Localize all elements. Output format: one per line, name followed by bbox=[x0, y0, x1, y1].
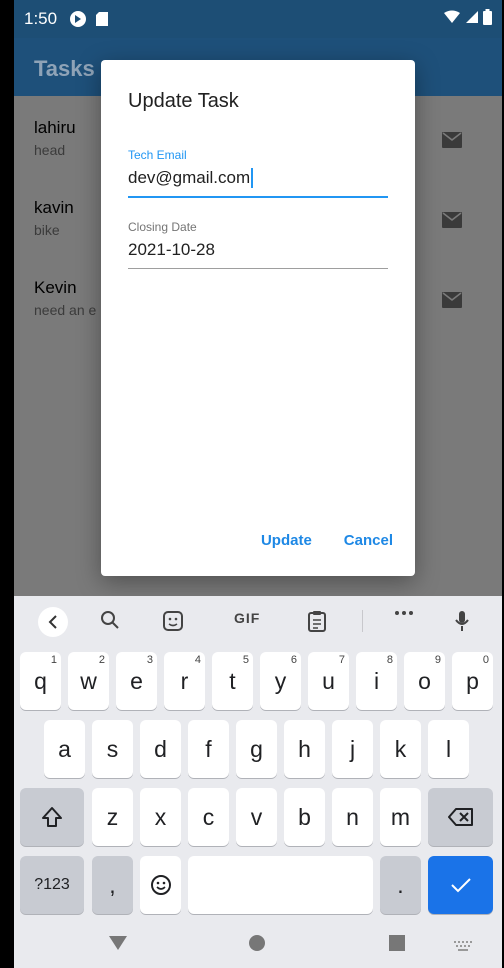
dialog-title: Update Task bbox=[128, 90, 239, 112]
key-y[interactable]: 6y bbox=[260, 652, 301, 710]
update-task-dialog: Update Task Tech Email dev@gmail.com Clo… bbox=[101, 60, 415, 576]
key-s[interactable]: s bbox=[92, 720, 133, 778]
shift-key[interactable] bbox=[20, 788, 84, 846]
symbols-key[interactable]: ?123 bbox=[20, 856, 84, 914]
search-icon[interactable] bbox=[100, 610, 120, 630]
navigation-bar bbox=[14, 920, 502, 968]
key-u[interactable]: 7u bbox=[308, 652, 349, 710]
task-subtitle: bike bbox=[34, 222, 60, 238]
key-k[interactable]: k bbox=[380, 720, 421, 778]
key-z[interactable]: z bbox=[92, 788, 133, 846]
keyboard-switch-icon[interactable] bbox=[454, 938, 474, 956]
backspace-key[interactable] bbox=[428, 788, 493, 846]
clipboard-icon[interactable] bbox=[308, 610, 326, 632]
task-subtitle: head bbox=[34, 142, 66, 158]
key-d[interactable]: d bbox=[140, 720, 181, 778]
task-title: lahiru bbox=[34, 118, 76, 137]
home-circle-icon[interactable] bbox=[248, 934, 266, 957]
key-w[interactable]: 2w bbox=[68, 652, 109, 710]
soft-keyboard: GIF 1q 2w 3e 4r 5t 6y 7u 8i 9o 0p a s d … bbox=[14, 596, 502, 968]
closing-date-value: 2021-10-28 bbox=[128, 240, 215, 259]
task-title: Kevin bbox=[34, 278, 77, 297]
period-key[interactable]: . bbox=[380, 856, 421, 914]
cancel-button[interactable]: Cancel bbox=[344, 532, 393, 549]
comma-key[interactable]: , bbox=[92, 856, 133, 914]
status-time: 1:50 bbox=[24, 9, 58, 28]
closing-date-input[interactable]: 2021-10-28 bbox=[128, 240, 388, 260]
key-c[interactable]: c bbox=[188, 788, 229, 846]
gif-button[interactable]: GIF bbox=[234, 610, 260, 626]
dialog-actions: Update Cancel bbox=[261, 532, 393, 549]
key-f[interactable]: f bbox=[188, 720, 229, 778]
back-triangle-icon[interactable] bbox=[108, 934, 128, 957]
shift-icon bbox=[42, 807, 62, 827]
tech-email-field[interactable]: Tech Email dev@gmail.com bbox=[128, 148, 388, 198]
emoji-key[interactable] bbox=[140, 856, 181, 914]
space-key[interactable] bbox=[188, 856, 373, 914]
closing-date-field[interactable]: Closing Date 2021-10-28 bbox=[128, 220, 388, 269]
task-title: kavin bbox=[34, 198, 74, 217]
checkmark-icon bbox=[450, 878, 471, 893]
key-q[interactable]: 1q bbox=[20, 652, 61, 710]
sticker-icon[interactable] bbox=[162, 610, 184, 632]
update-button[interactable]: Update bbox=[261, 532, 312, 549]
backspace-icon bbox=[447, 808, 473, 826]
tech-email-label: Tech Email bbox=[128, 148, 187, 162]
key-p[interactable]: 0p bbox=[452, 652, 493, 710]
key-m[interactable]: m bbox=[380, 788, 421, 846]
microphone-icon[interactable] bbox=[454, 610, 470, 632]
key-a[interactable]: a bbox=[44, 720, 85, 778]
tech-email-underline bbox=[128, 196, 388, 198]
key-e[interactable]: 3e bbox=[116, 652, 157, 710]
key-n[interactable]: n bbox=[332, 788, 373, 846]
closing-date-label: Closing Date bbox=[128, 220, 197, 234]
sd-card-icon bbox=[95, 11, 109, 27]
done-key[interactable] bbox=[428, 856, 493, 914]
mail-icon[interactable] bbox=[442, 212, 462, 233]
page-title: Tasks bbox=[34, 56, 95, 81]
task-subtitle: need an e bbox=[34, 302, 97, 318]
more-icon[interactable] bbox=[394, 610, 414, 616]
key-l[interactable]: l bbox=[428, 720, 469, 778]
recents-square-icon[interactable] bbox=[388, 934, 406, 957]
key-r[interactable]: 4r bbox=[164, 652, 205, 710]
key-i[interactable]: 8i bbox=[356, 652, 397, 710]
signal-icon bbox=[465, 9, 479, 29]
tech-email-input[interactable]: dev@gmail.com bbox=[128, 168, 388, 188]
status-bar: 1:50 bbox=[14, 0, 502, 38]
mail-icon[interactable] bbox=[442, 132, 462, 153]
key-j[interactable]: j bbox=[332, 720, 373, 778]
battery-icon bbox=[483, 8, 492, 30]
key-v[interactable]: v bbox=[236, 788, 277, 846]
key-g[interactable]: g bbox=[236, 720, 277, 778]
text-cursor bbox=[251, 168, 254, 188]
keyboard-toolbar: GIF bbox=[14, 596, 502, 646]
chevron-left-icon[interactable] bbox=[38, 607, 68, 637]
tech-email-value: dev@gmail.com bbox=[128, 168, 251, 187]
phone-screen: 1:50 Tasks lahiru head kavin bike Kevin … bbox=[14, 0, 502, 968]
key-x[interactable]: x bbox=[140, 788, 181, 846]
key-b[interactable]: b bbox=[284, 788, 325, 846]
emoji-icon bbox=[150, 875, 171, 895]
key-o[interactable]: 9o bbox=[404, 652, 445, 710]
key-t[interactable]: 5t bbox=[212, 652, 253, 710]
mail-icon[interactable] bbox=[442, 292, 462, 313]
key-h[interactable]: h bbox=[284, 720, 325, 778]
toolbar-divider bbox=[362, 610, 363, 632]
wifi-icon bbox=[443, 9, 461, 29]
data-saver-icon bbox=[69, 10, 87, 28]
closing-date-underline bbox=[128, 268, 388, 269]
